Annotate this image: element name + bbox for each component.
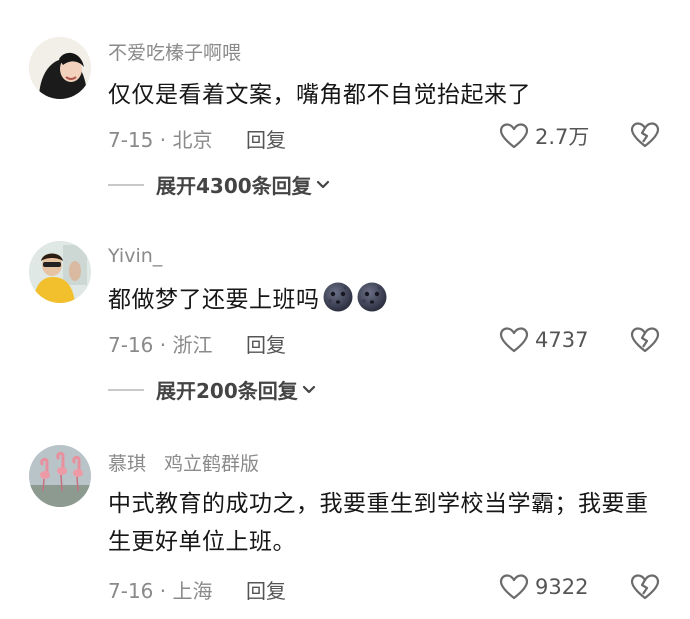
reply-button[interactable]: 回复: [246, 329, 286, 358]
like-count: 4737: [535, 328, 589, 352]
heart-icon: [499, 123, 529, 149]
username-text: 慕琪: [108, 453, 147, 475]
dislike-button[interactable]: [630, 326, 660, 358]
date-location: 7-16 · 上海: [108, 579, 213, 603]
username[interactable]: 不爱吃榛子啊喂: [108, 38, 241, 65]
username[interactable]: 慕琪 鸡立鹤群版: [108, 449, 259, 476]
avatar-image: [29, 37, 91, 99]
dislike-button[interactable]: [630, 573, 660, 605]
chevron-down-icon: [302, 385, 315, 393]
like-count: 9322: [535, 575, 589, 599]
comment-text: 都做梦了还要上班吗: [108, 281, 668, 325]
heart-icon: [499, 327, 529, 353]
avatar[interactable]: [29, 445, 91, 507]
comment-text-body: 都做梦了还要上班吗: [108, 287, 320, 313]
date-location: 7-15 · 北京: [108, 128, 213, 152]
broken-heart-icon: [630, 122, 660, 148]
broken-heart-icon: [630, 574, 660, 600]
dislike-button[interactable]: [630, 121, 660, 153]
like-count: 2.7万: [535, 125, 590, 149]
chevron-down-icon: [316, 180, 329, 188]
avatar-image: [29, 241, 91, 303]
divider: [108, 183, 144, 186]
avatar[interactable]: [29, 37, 91, 99]
user-badge: 鸡立鹤群版: [164, 453, 260, 475]
reply-button[interactable]: 回复: [246, 124, 286, 153]
avatar[interactable]: [29, 241, 91, 303]
expand-replies-button[interactable]: 展开200条回复: [108, 375, 316, 404]
reply-button[interactable]: 回复: [246, 575, 286, 604]
comment-text: 仅仅是看着文案，嘴角都不自觉抬起来了: [108, 82, 531, 108]
like-button[interactable]: 4737: [499, 326, 588, 354]
comment-text: 中式教育的成功之，我要重生到学校当学霸；我要重生更好单位上班。: [108, 491, 649, 555]
dark-moon-face-emoji: [357, 282, 386, 312]
divider: [108, 388, 144, 391]
avatar-image: [29, 445, 91, 507]
expand-replies-label: 展开200条回复: [156, 379, 298, 403]
emoji-group: [322, 281, 390, 325]
date-location: 7-16 · 浙江: [108, 333, 213, 357]
expand-replies-button[interactable]: 展开4300条回复: [108, 170, 330, 199]
expand-replies-label: 展开4300条回复: [156, 174, 312, 198]
heart-icon: [499, 574, 529, 600]
broken-heart-icon: [630, 327, 660, 353]
like-button[interactable]: 2.7万: [499, 121, 589, 151]
username[interactable]: Yivin_: [108, 245, 162, 267]
like-button[interactable]: 9322: [499, 573, 588, 601]
dark-moon-face-emoji: [323, 282, 352, 312]
